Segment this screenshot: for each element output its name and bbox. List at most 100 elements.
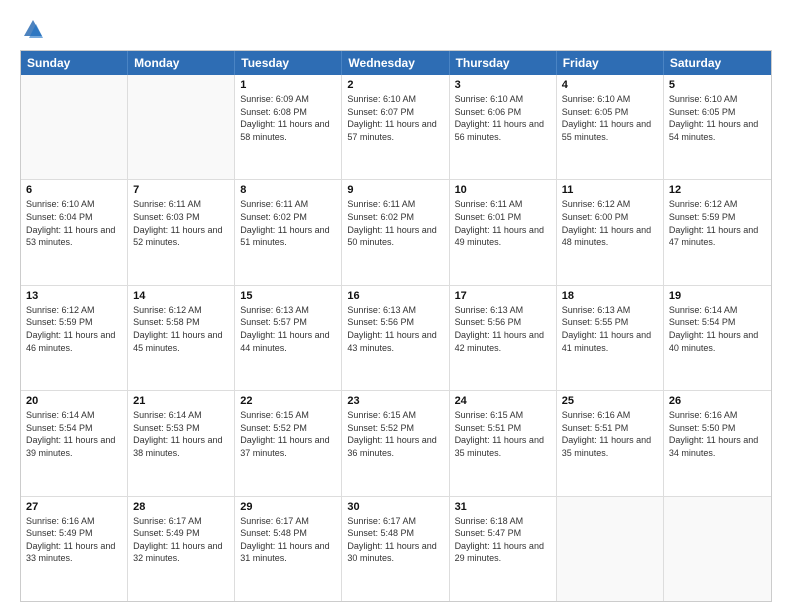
- page: SundayMondayTuesdayWednesdayThursdayFrid…: [0, 0, 792, 612]
- calendar-day-19: 19 Sunrise: 6:14 AM Sunset: 5:54 PM Dayli…: [664, 286, 771, 390]
- calendar-day-18: 18 Sunrise: 6:13 AM Sunset: 5:55 PM Dayli…: [557, 286, 664, 390]
- calendar-day-22: 22Sunrise: 6:15 AM Sunset: 5:52 PM Dayli…: [235, 391, 342, 495]
- calendar-day-20: 20 Sunrise: 6:14 AM Sunset: 5:54 PM Dayli…: [21, 391, 128, 495]
- day-info: Sunrise: 6:09 AM Sunset: 6:08 PM Dayligh…: [240, 93, 336, 143]
- day-info: Sunrise: 6:11 AM Sunset: 6:01 PM Dayligh…: [455, 198, 551, 248]
- day-number: 18: [562, 290, 658, 302]
- day-info: Sunrise: 6:12 AM Sunset: 5:59 PM Dayligh…: [669, 198, 766, 248]
- calendar-empty-cell: [128, 75, 235, 179]
- day-info: Sunrise: 6:16 AM Sunset: 5:51 PM Dayligh…: [562, 409, 658, 459]
- day-number: 13: [26, 290, 122, 302]
- day-info: Sunrise: 6:16 AM Sunset: 5:50 PM Dayligh…: [669, 409, 766, 459]
- calendar-day-24: 24 Sunrise: 6:15 AM Sunset: 5:51 PM Dayli…: [450, 391, 557, 495]
- day-number: 1: [240, 79, 336, 91]
- calendar: SundayMondayTuesdayWednesdayThursdayFrid…: [20, 50, 772, 602]
- day-number: 21: [133, 395, 229, 407]
- day-info: Sunrise: 6:12 AM Sunset: 5:59 PM Dayligh…: [26, 304, 122, 354]
- day-number: 15: [240, 290, 336, 302]
- calendar-day-30: 30 Sunrise: 6:17 AM Sunset: 5:48 PM Dayli…: [342, 497, 449, 601]
- day-number: 30: [347, 501, 443, 513]
- day-number: 12: [669, 184, 766, 196]
- calendar-day-14: 14 Sunrise: 6:12 AM Sunset: 5:58 PM Dayli…: [128, 286, 235, 390]
- day-info: Sunrise: 6:14 AM Sunset: 5:54 PM Dayligh…: [26, 409, 122, 459]
- calendar-day-3: 3Sunrise: 6:10 AM Sunset: 6:06 PM Daylig…: [450, 75, 557, 179]
- calendar-day-15: 15Sunrise: 6:13 AM Sunset: 5:57 PM Dayli…: [235, 286, 342, 390]
- calendar-day-1: 1 Sunrise: 6:09 AM Sunset: 6:08 PM Daylig…: [235, 75, 342, 179]
- calendar-row-5: 27 Sunrise: 6:16 AM Sunset: 5:49 PM Dayli…: [21, 496, 771, 601]
- calendar-day-9: 9Sunrise: 6:11 AM Sunset: 6:02 PM Daylig…: [342, 180, 449, 284]
- day-info: Sunrise: 6:16 AM Sunset: 5:49 PM Dayligh…: [26, 515, 122, 565]
- day-info: Sunrise: 6:12 AM Sunset: 5:58 PM Dayligh…: [133, 304, 229, 354]
- day-info: Sunrise: 6:17 AM Sunset: 5:49 PM Dayligh…: [133, 515, 229, 565]
- day-info: Sunrise: 6:10 AM Sunset: 6:04 PM Dayligh…: [26, 198, 122, 248]
- day-info: Sunrise: 6:12 AM Sunset: 6:00 PM Dayligh…: [562, 198, 658, 248]
- day-info: Sunrise: 6:18 AM Sunset: 5:47 PM Dayligh…: [455, 515, 551, 565]
- day-number: 14: [133, 290, 229, 302]
- calendar-day-11: 11 Sunrise: 6:12 AM Sunset: 6:00 PM Dayli…: [557, 180, 664, 284]
- day-number: 2: [347, 79, 443, 91]
- weekday-header-wednesday: Wednesday: [342, 51, 449, 75]
- calendar-empty-cell: [664, 497, 771, 601]
- calendar-row-4: 20 Sunrise: 6:14 AM Sunset: 5:54 PM Dayli…: [21, 390, 771, 495]
- day-number: 27: [26, 501, 122, 513]
- day-number: 28: [133, 501, 229, 513]
- day-number: 19: [669, 290, 766, 302]
- day-info: Sunrise: 6:17 AM Sunset: 5:48 PM Dayligh…: [347, 515, 443, 565]
- day-info: Sunrise: 6:11 AM Sunset: 6:03 PM Dayligh…: [133, 198, 229, 248]
- day-info: Sunrise: 6:13 AM Sunset: 5:56 PM Dayligh…: [455, 304, 551, 354]
- calendar-day-27: 27 Sunrise: 6:16 AM Sunset: 5:49 PM Dayli…: [21, 497, 128, 601]
- calendar-day-6: 6 Sunrise: 6:10 AM Sunset: 6:04 PM Daylig…: [21, 180, 128, 284]
- day-number: 16: [347, 290, 443, 302]
- day-number: 25: [562, 395, 658, 407]
- weekday-header-monday: Monday: [128, 51, 235, 75]
- calendar-day-31: 31Sunrise: 6:18 AM Sunset: 5:47 PM Dayli…: [450, 497, 557, 601]
- day-info: Sunrise: 6:10 AM Sunset: 6:05 PM Dayligh…: [669, 93, 766, 143]
- day-info: Sunrise: 6:15 AM Sunset: 5:52 PM Dayligh…: [240, 409, 336, 459]
- weekday-header-saturday: Saturday: [664, 51, 771, 75]
- calendar-day-5: 5 Sunrise: 6:10 AM Sunset: 6:05 PM Daylig…: [664, 75, 771, 179]
- day-number: 20: [26, 395, 122, 407]
- calendar-day-23: 23Sunrise: 6:15 AM Sunset: 5:52 PM Dayli…: [342, 391, 449, 495]
- day-info: Sunrise: 6:10 AM Sunset: 6:06 PM Dayligh…: [455, 93, 551, 143]
- day-info: Sunrise: 6:17 AM Sunset: 5:48 PM Dayligh…: [240, 515, 336, 565]
- day-number: 10: [455, 184, 551, 196]
- day-number: 7: [133, 184, 229, 196]
- day-info: Sunrise: 6:10 AM Sunset: 6:07 PM Dayligh…: [347, 93, 443, 143]
- logo-icon: [22, 18, 44, 40]
- calendar-day-8: 8 Sunrise: 6:11 AM Sunset: 6:02 PM Daylig…: [235, 180, 342, 284]
- day-number: 24: [455, 395, 551, 407]
- calendar-row-1: 1 Sunrise: 6:09 AM Sunset: 6:08 PM Daylig…: [21, 75, 771, 179]
- calendar-empty-cell: [21, 75, 128, 179]
- day-number: 26: [669, 395, 766, 407]
- day-number: 8: [240, 184, 336, 196]
- calendar-day-28: 28 Sunrise: 6:17 AM Sunset: 5:49 PM Dayli…: [128, 497, 235, 601]
- header: [20, 18, 772, 40]
- calendar-day-25: 25 Sunrise: 6:16 AM Sunset: 5:51 PM Dayli…: [557, 391, 664, 495]
- day-info: Sunrise: 6:10 AM Sunset: 6:05 PM Dayligh…: [562, 93, 658, 143]
- day-number: 6: [26, 184, 122, 196]
- day-info: Sunrise: 6:14 AM Sunset: 5:53 PM Dayligh…: [133, 409, 229, 459]
- day-number: 29: [240, 501, 336, 513]
- day-number: 17: [455, 290, 551, 302]
- day-info: Sunrise: 6:11 AM Sunset: 6:02 PM Dayligh…: [347, 198, 443, 248]
- calendar-day-17: 17 Sunrise: 6:13 AM Sunset: 5:56 PM Dayli…: [450, 286, 557, 390]
- calendar-day-10: 10 Sunrise: 6:11 AM Sunset: 6:01 PM Dayli…: [450, 180, 557, 284]
- day-info: Sunrise: 6:14 AM Sunset: 5:54 PM Dayligh…: [669, 304, 766, 354]
- calendar-header: SundayMondayTuesdayWednesdayThursdayFrid…: [21, 51, 771, 75]
- weekday-header-tuesday: Tuesday: [235, 51, 342, 75]
- calendar-day-12: 12 Sunrise: 6:12 AM Sunset: 5:59 PM Dayli…: [664, 180, 771, 284]
- day-info: Sunrise: 6:15 AM Sunset: 5:51 PM Dayligh…: [455, 409, 551, 459]
- weekday-header-thursday: Thursday: [450, 51, 557, 75]
- day-number: 4: [562, 79, 658, 91]
- weekday-header-sunday: Sunday: [21, 51, 128, 75]
- day-info: Sunrise: 6:13 AM Sunset: 5:55 PM Dayligh…: [562, 304, 658, 354]
- day-info: Sunrise: 6:11 AM Sunset: 6:02 PM Dayligh…: [240, 198, 336, 248]
- calendar-day-4: 4 Sunrise: 6:10 AM Sunset: 6:05 PM Daylig…: [557, 75, 664, 179]
- calendar-body: 1 Sunrise: 6:09 AM Sunset: 6:08 PM Daylig…: [21, 75, 771, 601]
- day-info: Sunrise: 6:15 AM Sunset: 5:52 PM Dayligh…: [347, 409, 443, 459]
- calendar-day-13: 13 Sunrise: 6:12 AM Sunset: 5:59 PM Dayli…: [21, 286, 128, 390]
- day-number: 5: [669, 79, 766, 91]
- calendar-day-2: 2 Sunrise: 6:10 AM Sunset: 6:07 PM Daylig…: [342, 75, 449, 179]
- day-number: 11: [562, 184, 658, 196]
- calendar-day-7: 7 Sunrise: 6:11 AM Sunset: 6:03 PM Daylig…: [128, 180, 235, 284]
